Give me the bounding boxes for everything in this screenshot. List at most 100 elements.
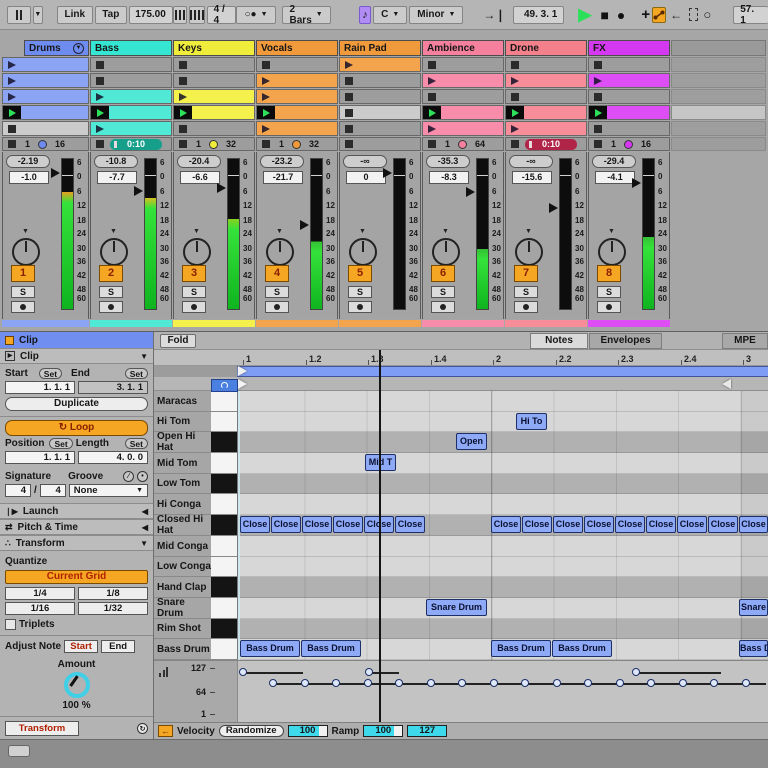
solo-button[interactable]: S bbox=[99, 286, 123, 298]
clip-launch-icon[interactable] bbox=[428, 76, 436, 85]
clip-slot[interactable] bbox=[256, 73, 338, 88]
clip-stop-icon[interactable] bbox=[428, 92, 436, 101]
clip-launch-icon[interactable] bbox=[428, 124, 436, 133]
peak-level-field[interactable]: -29.4 bbox=[592, 155, 636, 168]
clip-slot[interactable] bbox=[505, 105, 587, 120]
midi-note[interactable]: Close bbox=[302, 516, 332, 533]
record-button[interactable]: ● bbox=[617, 8, 625, 22]
velocity-marker[interactable] bbox=[521, 679, 529, 687]
clip-slot[interactable] bbox=[588, 89, 670, 104]
volume-field[interactable]: -21.7 bbox=[263, 171, 303, 184]
track-header-vocals[interactable]: Vocals bbox=[256, 40, 338, 56]
tab-envelopes[interactable]: Envelopes bbox=[589, 333, 662, 349]
clip-slot[interactable] bbox=[339, 73, 421, 88]
midi-overdub-button[interactable]: + bbox=[641, 7, 650, 22]
loop-start-field[interactable]: 57. 1 bbox=[733, 4, 768, 26]
track-number-button[interactable]: 4 bbox=[265, 265, 289, 282]
velocity-marker[interactable] bbox=[364, 679, 372, 687]
piano-key[interactable] bbox=[211, 391, 238, 412]
clip-slot[interactable] bbox=[588, 121, 670, 136]
loop-start-marker[interactable] bbox=[238, 366, 247, 376]
clip-slot[interactable] bbox=[173, 73, 255, 88]
track-header-bass[interactable]: Bass bbox=[90, 40, 172, 56]
clip-slot[interactable] bbox=[2, 57, 89, 72]
clip-slot[interactable] bbox=[90, 121, 172, 136]
clip-slot[interactable] bbox=[339, 89, 421, 104]
solo-button[interactable]: S bbox=[514, 286, 538, 298]
track-header-rain-pad[interactable]: Rain Pad bbox=[339, 40, 421, 56]
midi-note[interactable]: Close bbox=[271, 516, 301, 533]
piano-key[interactable] bbox=[211, 577, 238, 598]
clip-slot[interactable] bbox=[173, 121, 255, 136]
clip-slot[interactable] bbox=[339, 57, 421, 72]
playing-clip-button[interactable] bbox=[589, 106, 607, 119]
clip-slot[interactable] bbox=[422, 73, 504, 88]
midi-note[interactable]: Mid T bbox=[365, 454, 396, 471]
clip-slot[interactable] bbox=[588, 105, 670, 120]
set-position-button[interactable]: Set bbox=[49, 438, 73, 449]
pan-knob[interactable] bbox=[183, 238, 211, 266]
track-number-button[interactable]: 8 bbox=[597, 265, 621, 282]
track-number-button[interactable]: 2 bbox=[99, 265, 123, 282]
track-stop-button[interactable] bbox=[96, 140, 104, 148]
tab-notes[interactable]: Notes bbox=[530, 333, 588, 349]
volume-fader-handle[interactable] bbox=[383, 168, 392, 179]
peak-level-field[interactable]: -∞ bbox=[343, 155, 387, 168]
metronome-button[interactable]: ○● ▼ bbox=[236, 5, 276, 24]
pitch-time-section-header[interactable]: ⇄ Pitch & Time ◀ bbox=[0, 519, 153, 535]
clip-slot[interactable] bbox=[173, 105, 255, 120]
track-number-button[interactable]: 1 bbox=[11, 265, 35, 282]
time-signature-field[interactable]: 4 / 4 bbox=[206, 4, 237, 26]
pan-knob[interactable] bbox=[100, 238, 128, 266]
clip-launch-icon[interactable] bbox=[594, 76, 602, 85]
loop-button[interactable]: ↻ Loop bbox=[5, 420, 148, 436]
tab-mpe[interactable]: MPE bbox=[722, 333, 768, 349]
clip-launch-icon[interactable] bbox=[179, 92, 187, 101]
adjust-end-button[interactable]: End bbox=[101, 640, 136, 653]
randomize-button[interactable]: Randomize bbox=[218, 725, 284, 737]
arm-record-button[interactable] bbox=[11, 301, 35, 313]
playing-clip-button[interactable] bbox=[257, 106, 275, 119]
track-stop-button[interactable] bbox=[594, 140, 602, 148]
volume-fader-handle[interactable] bbox=[300, 219, 309, 230]
clip-stop-icon[interactable] bbox=[594, 92, 602, 101]
transform-apply-button[interactable]: Transform bbox=[5, 721, 79, 736]
track-number-button[interactable]: 7 bbox=[514, 265, 538, 282]
clip-stop-icon[interactable] bbox=[594, 124, 602, 133]
clip-launch-icon[interactable] bbox=[8, 92, 16, 101]
velocity-marker[interactable] bbox=[490, 679, 498, 687]
velocity-marker[interactable] bbox=[710, 679, 718, 687]
arm-record-button[interactable] bbox=[99, 301, 123, 313]
clip-stop-icon[interactable] bbox=[179, 124, 187, 133]
solo-button[interactable]: S bbox=[348, 286, 372, 298]
track-header-drums[interactable]: Drums ▼ bbox=[24, 40, 89, 56]
volume-field[interactable]: -1.0 bbox=[9, 171, 49, 184]
clip-section-header[interactable]: ▶ Clip ▼ bbox=[0, 348, 153, 364]
clip-slot[interactable] bbox=[588, 73, 670, 88]
clip-stop-icon[interactable] bbox=[96, 76, 104, 85]
current-grid-button[interactable]: Current Grid bbox=[5, 570, 148, 584]
collapse-arrow-icon[interactable]: ▼ bbox=[140, 539, 148, 548]
clip-slot[interactable] bbox=[422, 105, 504, 120]
randomize-amount-field[interactable]: 100 bbox=[287, 725, 328, 737]
clip-stop-icon[interactable] bbox=[345, 108, 353, 117]
tempo-field[interactable]: 175.00 bbox=[128, 5, 173, 24]
loop-end-marker[interactable] bbox=[722, 379, 731, 389]
piano-key[interactable] bbox=[211, 515, 238, 536]
capture-midi-button[interactable] bbox=[689, 8, 699, 21]
arm-record-button[interactable] bbox=[597, 301, 621, 313]
arm-record-button[interactable] bbox=[182, 301, 206, 313]
collapse-arrow-icon[interactable]: ◀ bbox=[142, 523, 148, 532]
quantize-1-32-button[interactable]: 1/32 bbox=[78, 602, 148, 615]
view-layout-button[interactable] bbox=[7, 5, 31, 24]
midi-note[interactable]: Open bbox=[456, 433, 487, 450]
clip-slot[interactable] bbox=[505, 121, 587, 136]
track-number-button[interactable]: 5 bbox=[348, 265, 372, 282]
peak-level-field[interactable]: -∞ bbox=[509, 155, 553, 168]
pan-knob[interactable] bbox=[266, 238, 294, 266]
track-stop-button[interactable] bbox=[428, 140, 436, 148]
nudge-up-button[interactable] bbox=[188, 5, 205, 24]
volume-field[interactable]: -8.3 bbox=[429, 171, 469, 184]
solo-button[interactable]: S bbox=[11, 286, 35, 298]
clip-slot[interactable] bbox=[2, 73, 89, 88]
